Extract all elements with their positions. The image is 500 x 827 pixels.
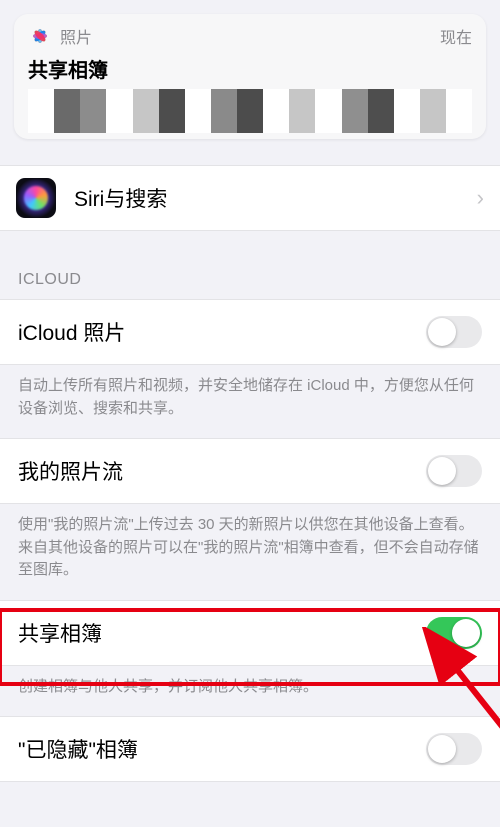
toggle-my-photo-stream[interactable] — [426, 455, 482, 487]
label-icloud-photos: iCloud 照片 — [18, 317, 426, 347]
row-shared-albums[interactable]: 共享相簿 — [0, 600, 500, 666]
section-header-icloud: ICLOUD — [0, 231, 500, 299]
label-my-photo-stream: 我的照片流 — [18, 456, 426, 486]
row-icloud-photos[interactable]: iCloud 照片 — [0, 299, 500, 365]
siri-icon — [16, 178, 56, 218]
siri-label: Siri与搜索 — [74, 183, 477, 213]
notification-header: 照片 现在 — [28, 24, 472, 48]
notification-time: 现在 — [440, 24, 472, 48]
label-hidden-album: "已隐藏"相簿 — [18, 734, 426, 764]
chevron-right-icon: › — [477, 185, 484, 211]
toggle-icloud-photos[interactable] — [426, 316, 482, 348]
footer-shared-albums: 创建相簿与他人共享，并订阅他人共享相簿。 — [0, 666, 500, 717]
photos-app-icon — [28, 24, 52, 48]
row-hidden-album[interactable]: "已隐藏"相簿 — [0, 716, 500, 782]
footer-icloud-photos: 自动上传所有照片和视频，并安全地储存在 iCloud 中，方便您从任何设备浏览、… — [0, 365, 500, 438]
label-shared-albums: 共享相簿 — [18, 618, 426, 648]
footer-my-photo-stream: 使用"我的照片流"上传过去 30 天的新照片以供您在其他设备上查看。来自其他设备… — [0, 504, 500, 600]
notification-card[interactable]: 照片 现在 共享相簿 — [14, 14, 486, 139]
notification-title: 共享相簿 — [28, 54, 472, 83]
row-my-photo-stream[interactable]: 我的照片流 — [0, 438, 500, 504]
notification-app-name: 照片 — [60, 24, 432, 48]
notification-body-redacted — [28, 89, 472, 133]
siri-search-row[interactable]: Siri与搜索 › — [0, 165, 500, 231]
toggle-hidden-album[interactable] — [426, 733, 482, 765]
toggle-shared-albums[interactable] — [426, 617, 482, 649]
